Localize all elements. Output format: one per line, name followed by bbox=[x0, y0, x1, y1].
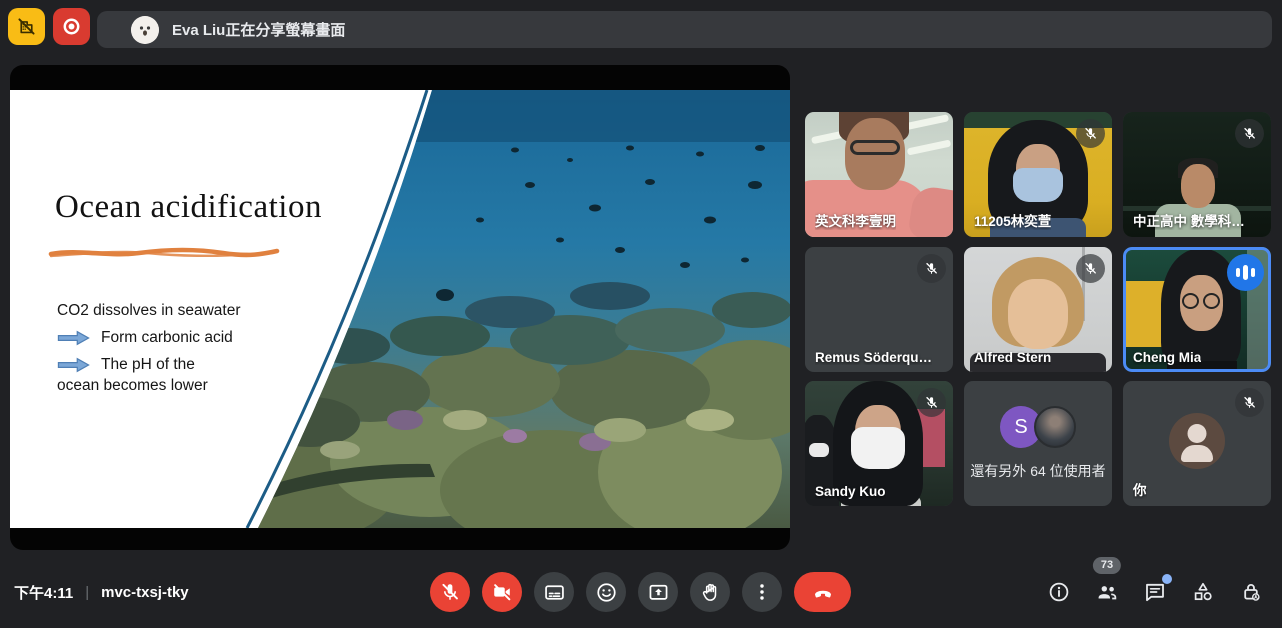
overflow-participants-tile[interactable]: S 還有另外 64 位使用者 bbox=[964, 381, 1112, 506]
end-call-button[interactable] bbox=[794, 572, 851, 612]
camera-off-icon bbox=[491, 581, 513, 603]
recording-icon bbox=[60, 15, 83, 38]
mic-off-badge bbox=[1076, 254, 1105, 283]
participant-tile[interactable]: Alfred Stern bbox=[964, 247, 1112, 372]
reactions-button[interactable] bbox=[586, 572, 626, 612]
captions-button[interactable] bbox=[534, 572, 574, 612]
meeting-details-button[interactable] bbox=[1047, 580, 1071, 604]
raise-hand-icon bbox=[699, 581, 722, 604]
mic-toggle-button[interactable] bbox=[430, 572, 470, 612]
chat-notification-dot bbox=[1162, 574, 1172, 584]
mic-off-badge bbox=[1235, 388, 1264, 417]
block-arrow-icon bbox=[57, 357, 90, 373]
participant-name: 你 bbox=[1133, 479, 1147, 499]
call-controls bbox=[430, 572, 851, 612]
self-tile[interactable]: 你 bbox=[1123, 381, 1271, 506]
participant-count-badge: 73 bbox=[1093, 557, 1121, 574]
person-silhouette-icon bbox=[1188, 424, 1207, 443]
mic-off-badge bbox=[1235, 119, 1264, 148]
presentation-slide: Ocean acidification CO2 dissolves in sea… bbox=[10, 90, 790, 528]
recording-indicator[interactable] bbox=[53, 8, 90, 45]
presentation-off-indicator[interactable] bbox=[8, 8, 45, 45]
avatar bbox=[850, 279, 908, 337]
block-arrow-icon bbox=[57, 330, 90, 346]
presenter-avatar bbox=[131, 16, 159, 44]
host-controls-icon bbox=[1239, 580, 1263, 604]
host-controls-button[interactable] bbox=[1239, 580, 1263, 604]
participant-tile[interactable]: 11205林奕萱 bbox=[964, 112, 1112, 237]
participant-name: 中正高中 數學科… bbox=[1133, 210, 1245, 230]
participant-tile-active-speaker[interactable]: Cheng Mia bbox=[1123, 247, 1271, 372]
participant-name: Cheng Mia bbox=[1133, 350, 1201, 365]
slide-title-underline bbox=[48, 247, 280, 260]
slide-body-line1: CO2 dissolves in seawater bbox=[57, 302, 241, 320]
overflow-avatars: S bbox=[1000, 406, 1076, 448]
people-icon bbox=[1095, 580, 1119, 604]
present-screen-button[interactable] bbox=[638, 572, 678, 612]
share-banner-text: Eva Liu正在分享螢幕畫面 bbox=[172, 19, 345, 40]
chat-icon bbox=[1143, 580, 1167, 604]
present-screen-icon bbox=[647, 581, 670, 604]
clock-time: 下午4:11 bbox=[14, 582, 73, 603]
mic-off-badge bbox=[917, 254, 946, 283]
participant-tile[interactable]: Remus Söderqu… bbox=[805, 247, 953, 372]
raise-hand-button[interactable] bbox=[690, 572, 730, 612]
speaking-indicator-icon bbox=[1227, 254, 1264, 291]
meeting-info: 下午4:11 | mvc-txsj-tky bbox=[14, 582, 189, 603]
info-icon bbox=[1047, 580, 1071, 604]
participant-name: Alfred Stern bbox=[974, 350, 1051, 365]
slide-title: Ocean acidification bbox=[55, 189, 322, 226]
captions-icon bbox=[543, 581, 566, 604]
slide-bullet-1: Form carbonic acid bbox=[57, 329, 233, 347]
avatar bbox=[1034, 406, 1076, 448]
divider: | bbox=[85, 584, 89, 601]
participant-name: 11205林奕萱 bbox=[974, 210, 1051, 230]
slide-body-line4: ocean becomes lower bbox=[57, 377, 208, 395]
slide-bullet-2: The pH of the bbox=[57, 356, 195, 374]
participant-tile[interactable]: 中正高中 數學科… bbox=[1123, 112, 1271, 237]
mic-off-badge bbox=[1076, 119, 1105, 148]
presentation-off-icon bbox=[15, 15, 38, 38]
overflow-count-label: 還有另外 64 位使用者 bbox=[970, 461, 1105, 481]
mic-off-icon bbox=[439, 581, 461, 603]
participant-name: Remus Söderqu… bbox=[815, 350, 932, 365]
people-panel-button[interactable]: 73 bbox=[1095, 580, 1119, 604]
slide-body-line2: Form carbonic acid bbox=[101, 329, 233, 347]
smiley-icon bbox=[595, 581, 618, 604]
slide-body-line3: The pH of the bbox=[101, 356, 195, 374]
participant-tile[interactable]: Sandy Kuo bbox=[805, 381, 953, 506]
activities-button[interactable] bbox=[1191, 580, 1215, 604]
participant-tile[interactable]: 英文科李壹明 bbox=[805, 112, 953, 237]
participant-grid: 英文科李壹明 11205林奕萱 中正高中 數學科… Remus Söderqu…… bbox=[805, 112, 1271, 506]
shared-screen-tile[interactable]: Ocean acidification CO2 dissolves in sea… bbox=[10, 65, 790, 550]
camera-toggle-button[interactable] bbox=[482, 572, 522, 612]
mic-off-badge bbox=[917, 388, 946, 417]
activities-icon bbox=[1191, 580, 1215, 604]
more-options-button[interactable] bbox=[742, 572, 782, 612]
participant-name: 英文科李壹明 bbox=[815, 210, 896, 230]
screen-share-banner: Eva Liu正在分享螢幕畫面 bbox=[97, 11, 1272, 48]
top-bar: Eva Liu正在分享螢幕畫面 bbox=[0, 0, 1282, 58]
bottom-bar: 下午4:11 | mvc-txsj-tky 73 bbox=[0, 550, 1282, 628]
panel-buttons: 73 bbox=[1047, 580, 1263, 604]
participant-name: Sandy Kuo bbox=[815, 484, 886, 499]
chat-panel-button[interactable] bbox=[1143, 580, 1167, 604]
more-options-icon bbox=[751, 581, 773, 603]
meeting-code: mvc-txsj-tky bbox=[101, 584, 189, 601]
end-call-icon bbox=[811, 580, 835, 604]
